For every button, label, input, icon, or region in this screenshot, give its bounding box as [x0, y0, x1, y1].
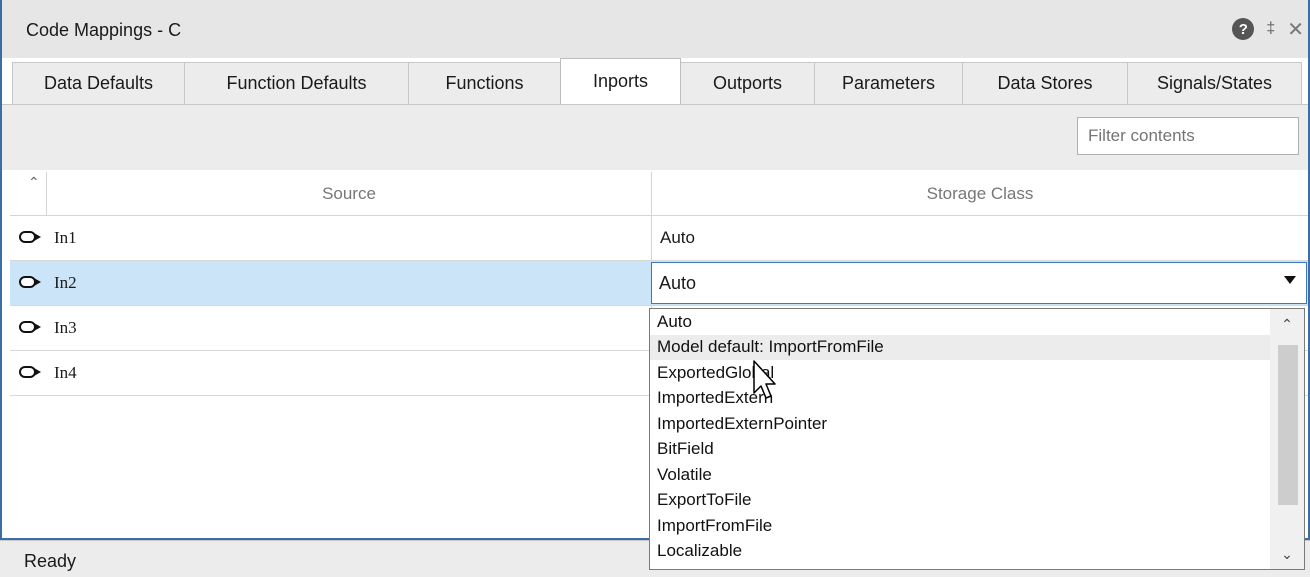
combobox-value: Auto: [659, 272, 697, 293]
storage-class-combobox[interactable]: Auto: [651, 262, 1307, 304]
tab-outports[interactable]: Outports: [680, 62, 815, 104]
dropdown-option[interactable]: ImportedExternPointer: [650, 411, 1270, 437]
filter-contents-input[interactable]: [1077, 117, 1299, 155]
storage-class-cell[interactable]: Auto: [651, 216, 1308, 260]
dropdown-option[interactable]: ImportFromFile: [650, 513, 1270, 539]
title-bar: Code Mappings - C ? ‡ ✕: [2, 0, 1308, 58]
table-row-selected[interactable]: In2 Auto: [10, 261, 1308, 306]
dropdown-option[interactable]: ExportedGlobal: [650, 360, 1270, 386]
scroll-up-icon[interactable]: ⌃: [1270, 309, 1304, 339]
help-icon[interactable]: ?: [1232, 18, 1255, 40]
dropdown-option[interactable]: Auto: [650, 309, 1270, 335]
tab-signals-states[interactable]: Signals/States: [1127, 62, 1302, 104]
column-header-storage-class[interactable]: Storage Class: [651, 172, 1308, 216]
inport-icon: [19, 321, 41, 333]
dropdown-arrow-icon[interactable]: [1284, 276, 1296, 284]
dropdown-option[interactable]: Volatile: [650, 462, 1270, 488]
dropdown-scrollbar[interactable]: ⌃ ⌄: [1270, 309, 1304, 569]
storage-class-dropdown-list[interactable]: Auto Model default: ImportFromFile Expor…: [649, 308, 1305, 570]
source-cell: In1: [54, 228, 77, 247]
panel-title: Code Mappings - C: [26, 20, 182, 40]
source-cell: In4: [54, 363, 77, 382]
source-cell: In3: [54, 318, 77, 337]
title-bar-icons: ? ‡ ✕: [1232, 16, 1308, 42]
mouse-pointer-icon: [753, 360, 776, 399]
scroll-down-icon[interactable]: ⌄: [1270, 539, 1304, 569]
tab-inports[interactable]: Inports: [560, 58, 681, 104]
dropdown-option[interactable]: Localizable: [650, 539, 1270, 565]
pin-icon[interactable]: ‡: [1266, 20, 1275, 38]
inport-icon: [19, 366, 41, 378]
source-cell: In2: [54, 273, 77, 292]
close-icon[interactable]: ✕: [1287, 17, 1304, 42]
dropdown-option[interactable]: ExportToFile: [650, 488, 1270, 514]
dropdown-option[interactable]: ImportedExtern: [650, 386, 1270, 412]
table-header: ⌃ Source Storage Class: [10, 172, 1308, 216]
tab-data-defaults[interactable]: Data Defaults: [12, 62, 185, 104]
column-header-source[interactable]: Source: [46, 172, 651, 216]
toolbar: [2, 104, 1308, 170]
scrollbar-thumb[interactable]: [1278, 345, 1298, 505]
status-text: Ready: [24, 551, 77, 571]
table-row[interactable]: In1 Auto: [10, 216, 1308, 261]
dropdown-option-hovered[interactable]: Model default: ImportFromFile: [650, 334, 1270, 360]
sort-caret-icon[interactable]: ⌃: [28, 174, 40, 191]
tab-function-defaults[interactable]: Function Defaults: [184, 62, 409, 104]
tab-parameters[interactable]: Parameters: [814, 62, 963, 104]
tab-functions[interactable]: Functions: [408, 62, 561, 104]
inport-icon: [19, 231, 41, 243]
tab-bar: Data Defaults Function Defaults Function…: [12, 58, 1302, 104]
inport-icon: [19, 276, 41, 288]
dropdown-option[interactable]: BitField: [650, 437, 1270, 463]
tab-data-stores[interactable]: Data Stores: [962, 62, 1128, 104]
